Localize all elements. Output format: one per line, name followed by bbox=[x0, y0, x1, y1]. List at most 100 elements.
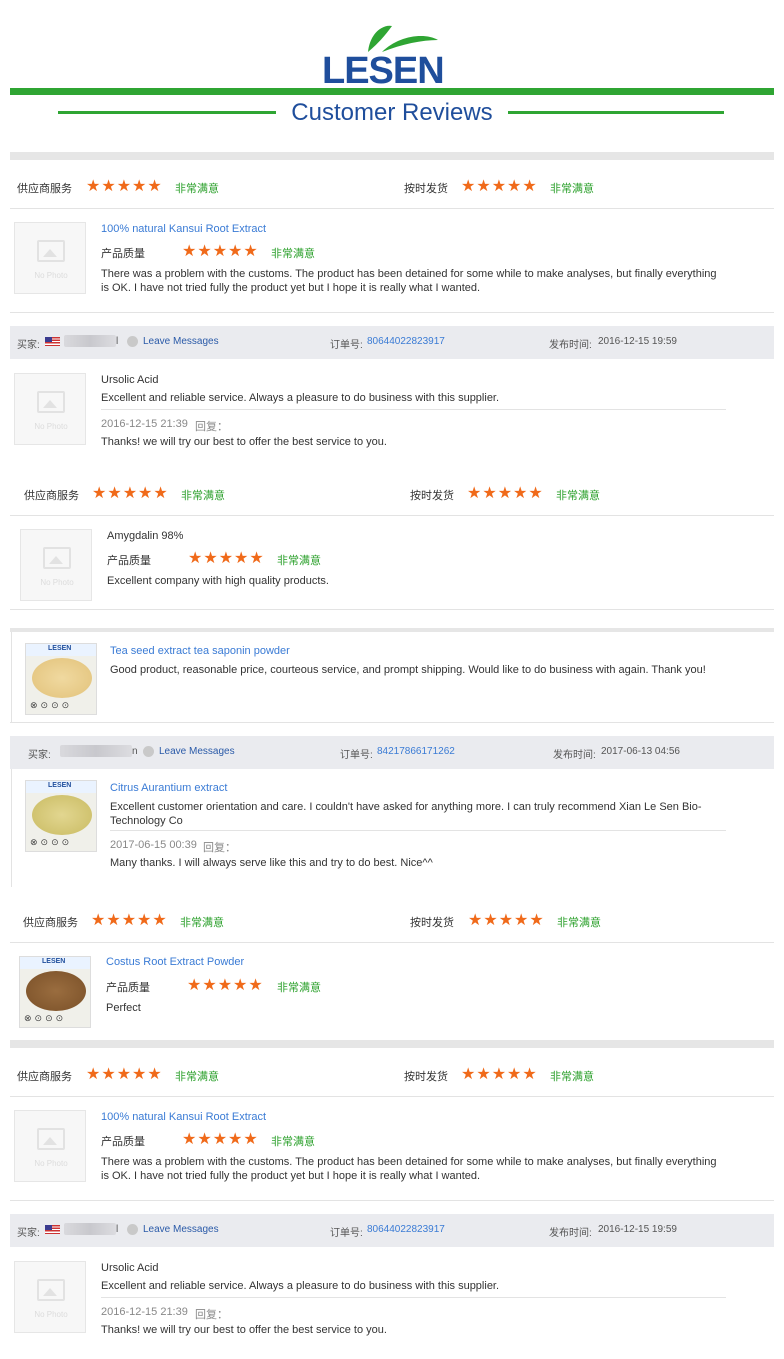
no-photo-caption: No Photo bbox=[40, 578, 74, 587]
section-divider bbox=[10, 628, 774, 632]
buyer-name-suffix: l bbox=[116, 336, 119, 347]
product-image[interactable]: LESEN ⊗⊙⊙⊙ bbox=[25, 643, 97, 715]
satisfaction-text: 非常满意 bbox=[271, 248, 315, 260]
order-number-label: 订单号: bbox=[330, 340, 363, 351]
satisfaction-text: 非常满意 bbox=[550, 1071, 594, 1083]
reply-text: Thanks! we will try our best to offer th… bbox=[101, 1324, 387, 1336]
product-thumbnail-placeholder[interactable]: No Photo bbox=[14, 1110, 86, 1182]
us-flag-icon bbox=[45, 337, 60, 346]
divider bbox=[10, 312, 774, 313]
review-text: Excellent and reliable service. Always a… bbox=[101, 1280, 500, 1292]
review-text: There was a problem with the customs. Th… bbox=[101, 268, 717, 294]
star-rating: ★★★★★ bbox=[187, 977, 264, 994]
buyer-label: 买家: bbox=[17, 340, 40, 351]
published-label: 发布时间: bbox=[549, 1228, 592, 1239]
supplier-service-label: 供应商服务 bbox=[17, 183, 72, 195]
frame-line bbox=[11, 632, 12, 722]
buyer-name-suffix: n bbox=[132, 746, 138, 757]
header-green-bar bbox=[10, 88, 774, 95]
published-label: 发布时间: bbox=[553, 750, 596, 761]
satisfaction-text: 非常满意 bbox=[556, 490, 600, 502]
no-photo-caption: No Photo bbox=[34, 271, 68, 280]
product-link[interactable]: 100% natural Kansui Root Extract bbox=[101, 223, 266, 235]
divider bbox=[101, 1297, 726, 1298]
order-number-label: 订单号: bbox=[340, 750, 373, 761]
buyer-name-blurred bbox=[60, 745, 132, 757]
star-rating: ★★★★★ bbox=[86, 1066, 163, 1083]
product-quality-label: 产品质量 bbox=[107, 555, 151, 567]
review-text: Excellent company with high quality prod… bbox=[107, 575, 329, 587]
on-time-label: 按时发货 bbox=[404, 1071, 448, 1083]
divider bbox=[10, 515, 774, 516]
leave-messages-link[interactable]: Leave Messages bbox=[143, 336, 219, 347]
buyer-label: 买家: bbox=[28, 750, 51, 761]
section-divider bbox=[10, 152, 774, 160]
product-link[interactable]: 100% natural Kansui Root Extract bbox=[101, 1111, 266, 1123]
buyer-label: 买家: bbox=[17, 1228, 40, 1239]
product-image[interactable]: LESEN ⊗⊙⊙⊙ bbox=[25, 780, 97, 852]
reply-date: 2017-06-15 00:39 bbox=[110, 839, 197, 851]
published-date: 2017-06-13 04:56 bbox=[601, 746, 680, 757]
product-name: Amygdalin 98% bbox=[107, 530, 184, 542]
order-number[interactable]: 80644022823917 bbox=[367, 336, 445, 347]
buyer-name-blurred bbox=[64, 1223, 116, 1235]
on-time-label: 按时发货 bbox=[404, 183, 448, 195]
star-rating: ★★★★★ bbox=[92, 485, 169, 502]
product-link[interactable]: Tea seed extract tea saponin powder bbox=[110, 645, 290, 657]
satisfaction-text: 非常满意 bbox=[550, 183, 594, 195]
supplier-service-label: 供应商服务 bbox=[17, 1071, 72, 1083]
page-title: Customer Reviews bbox=[291, 99, 493, 126]
review-text: Perfect bbox=[106, 1002, 141, 1014]
star-rating: ★★★★★ bbox=[461, 178, 538, 195]
divider bbox=[10, 942, 774, 943]
message-icon[interactable] bbox=[127, 1224, 138, 1235]
divider bbox=[10, 1200, 774, 1201]
section-divider bbox=[10, 1040, 774, 1048]
star-rating: ★★★★★ bbox=[188, 550, 265, 567]
product-thumbnail-placeholder[interactable]: No Photo bbox=[20, 529, 92, 601]
divider bbox=[10, 208, 774, 209]
review-text: Excellent and reliable service. Always a… bbox=[101, 392, 500, 404]
image-placeholder-icon bbox=[37, 1279, 65, 1301]
product-thumbnail-placeholder[interactable]: No Photo bbox=[14, 373, 86, 445]
product-image[interactable]: LESEN ⊗⊙⊙⊙ bbox=[19, 956, 91, 1028]
no-photo-caption: No Photo bbox=[34, 1310, 68, 1319]
leave-messages-link[interactable]: Leave Messages bbox=[159, 746, 235, 757]
reply-date: 2016-12-15 21:39 bbox=[101, 1306, 188, 1318]
satisfaction-text: 非常满意 bbox=[277, 555, 321, 567]
divider bbox=[101, 409, 726, 410]
us-flag-icon bbox=[45, 1225, 60, 1234]
on-time-label: 按时发货 bbox=[410, 490, 454, 502]
frame-line bbox=[11, 769, 12, 887]
review-text: Good product, reasonable price, courteou… bbox=[110, 664, 706, 676]
satisfaction-text: 非常满意 bbox=[277, 982, 321, 994]
divider bbox=[10, 722, 774, 723]
published-label: 发布时间: bbox=[549, 340, 592, 351]
message-icon[interactable] bbox=[127, 336, 138, 347]
satisfaction-text: 非常满意 bbox=[175, 1071, 219, 1083]
order-number-label: 订单号: bbox=[330, 1228, 363, 1239]
leave-messages-link[interactable]: Leave Messages bbox=[143, 1224, 219, 1235]
product-thumbnail-placeholder[interactable]: No Photo bbox=[14, 222, 86, 294]
supplier-service-label: 供应商服务 bbox=[24, 490, 79, 502]
reply-date: 2016-12-15 21:39 bbox=[101, 418, 188, 430]
buyer-name-suffix: l bbox=[116, 1224, 119, 1235]
star-rating: ★★★★★ bbox=[467, 485, 544, 502]
message-icon[interactable] bbox=[143, 746, 154, 757]
no-photo-caption: No Photo bbox=[34, 1159, 68, 1168]
order-number[interactable]: 80644022823917 bbox=[367, 1224, 445, 1235]
star-rating: ★★★★★ bbox=[461, 1066, 538, 1083]
image-placeholder-icon bbox=[43, 547, 71, 569]
product-quality-label: 产品质量 bbox=[106, 982, 150, 994]
product-link[interactable]: Citrus Aurantium extract bbox=[110, 782, 227, 794]
product-link[interactable]: Costus Root Extract Powder bbox=[106, 956, 244, 968]
no-photo-caption: No Photo bbox=[34, 422, 68, 431]
star-rating: ★★★★★ bbox=[91, 912, 168, 929]
satisfaction-text: 非常满意 bbox=[180, 917, 224, 929]
product-name: Ursolic Acid bbox=[101, 374, 159, 386]
satisfaction-text: 非常满意 bbox=[181, 490, 225, 502]
order-number[interactable]: 84217866171262 bbox=[377, 746, 455, 757]
published-date: 2016-12-15 19:59 bbox=[598, 1224, 677, 1235]
divider bbox=[10, 609, 774, 610]
product-thumbnail-placeholder[interactable]: No Photo bbox=[14, 1261, 86, 1333]
